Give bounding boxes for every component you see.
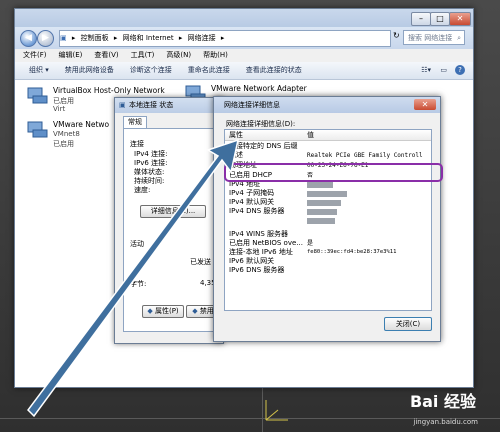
watermark-url: jingyan.baidu.com [413,418,478,426]
watermark-logo: Bai 经验 [409,392,476,411]
arrow-shape [27,138,240,418]
annotation-arrow [27,138,240,418]
